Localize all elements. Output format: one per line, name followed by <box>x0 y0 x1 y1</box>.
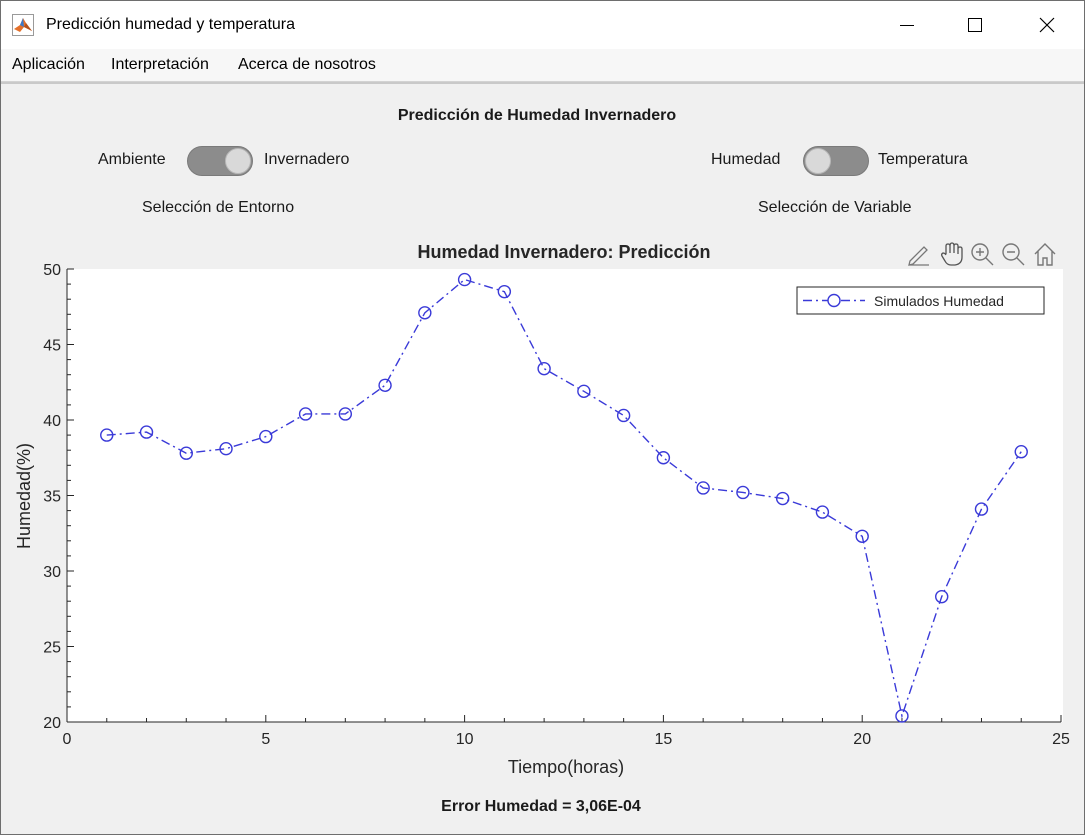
x-tick-label: 10 <box>456 731 474 748</box>
x-tick-label: 25 <box>1052 731 1070 748</box>
y-tick-label: 40 <box>43 413 61 430</box>
y-tick-label: 20 <box>43 715 61 732</box>
error-text: Error Humedad = 3,06E-04 <box>441 798 641 815</box>
legend-label: Simulados Humedad <box>874 293 1004 309</box>
data-point <box>537 361 551 376</box>
data-point <box>378 378 392 392</box>
y-tick-label: 50 <box>43 262 61 279</box>
data-point <box>616 408 631 423</box>
humidity-chart: 0 5 10 15 20 25 20 25 30 35 40 45 50 Humedad Invernad… <box>14 242 1070 777</box>
y-tick-label: 25 <box>43 640 61 657</box>
x-axis-label: Tiempo(horas) <box>508 757 624 777</box>
x-tick-label: 0 <box>63 731 72 748</box>
data-point <box>656 451 671 465</box>
data-point <box>815 505 830 519</box>
x-tick-label: 15 <box>655 731 673 748</box>
chart-title: Humedad Invernadero: Predicción <box>417 242 710 262</box>
y-axis-label: Humedad(%) <box>14 443 34 549</box>
data-point <box>457 272 472 287</box>
app-window: Predicción humedad y temperatura Aplicac… <box>0 0 1085 835</box>
x-tick-label: 20 <box>853 731 871 748</box>
y-tick-label: 45 <box>43 338 61 355</box>
series-line <box>106 278 1022 719</box>
x-tick-label: 5 <box>261 731 270 748</box>
y-tick-label: 35 <box>43 489 61 506</box>
y-tick-label: 30 <box>43 564 61 581</box>
legend-marker <box>827 293 841 308</box>
